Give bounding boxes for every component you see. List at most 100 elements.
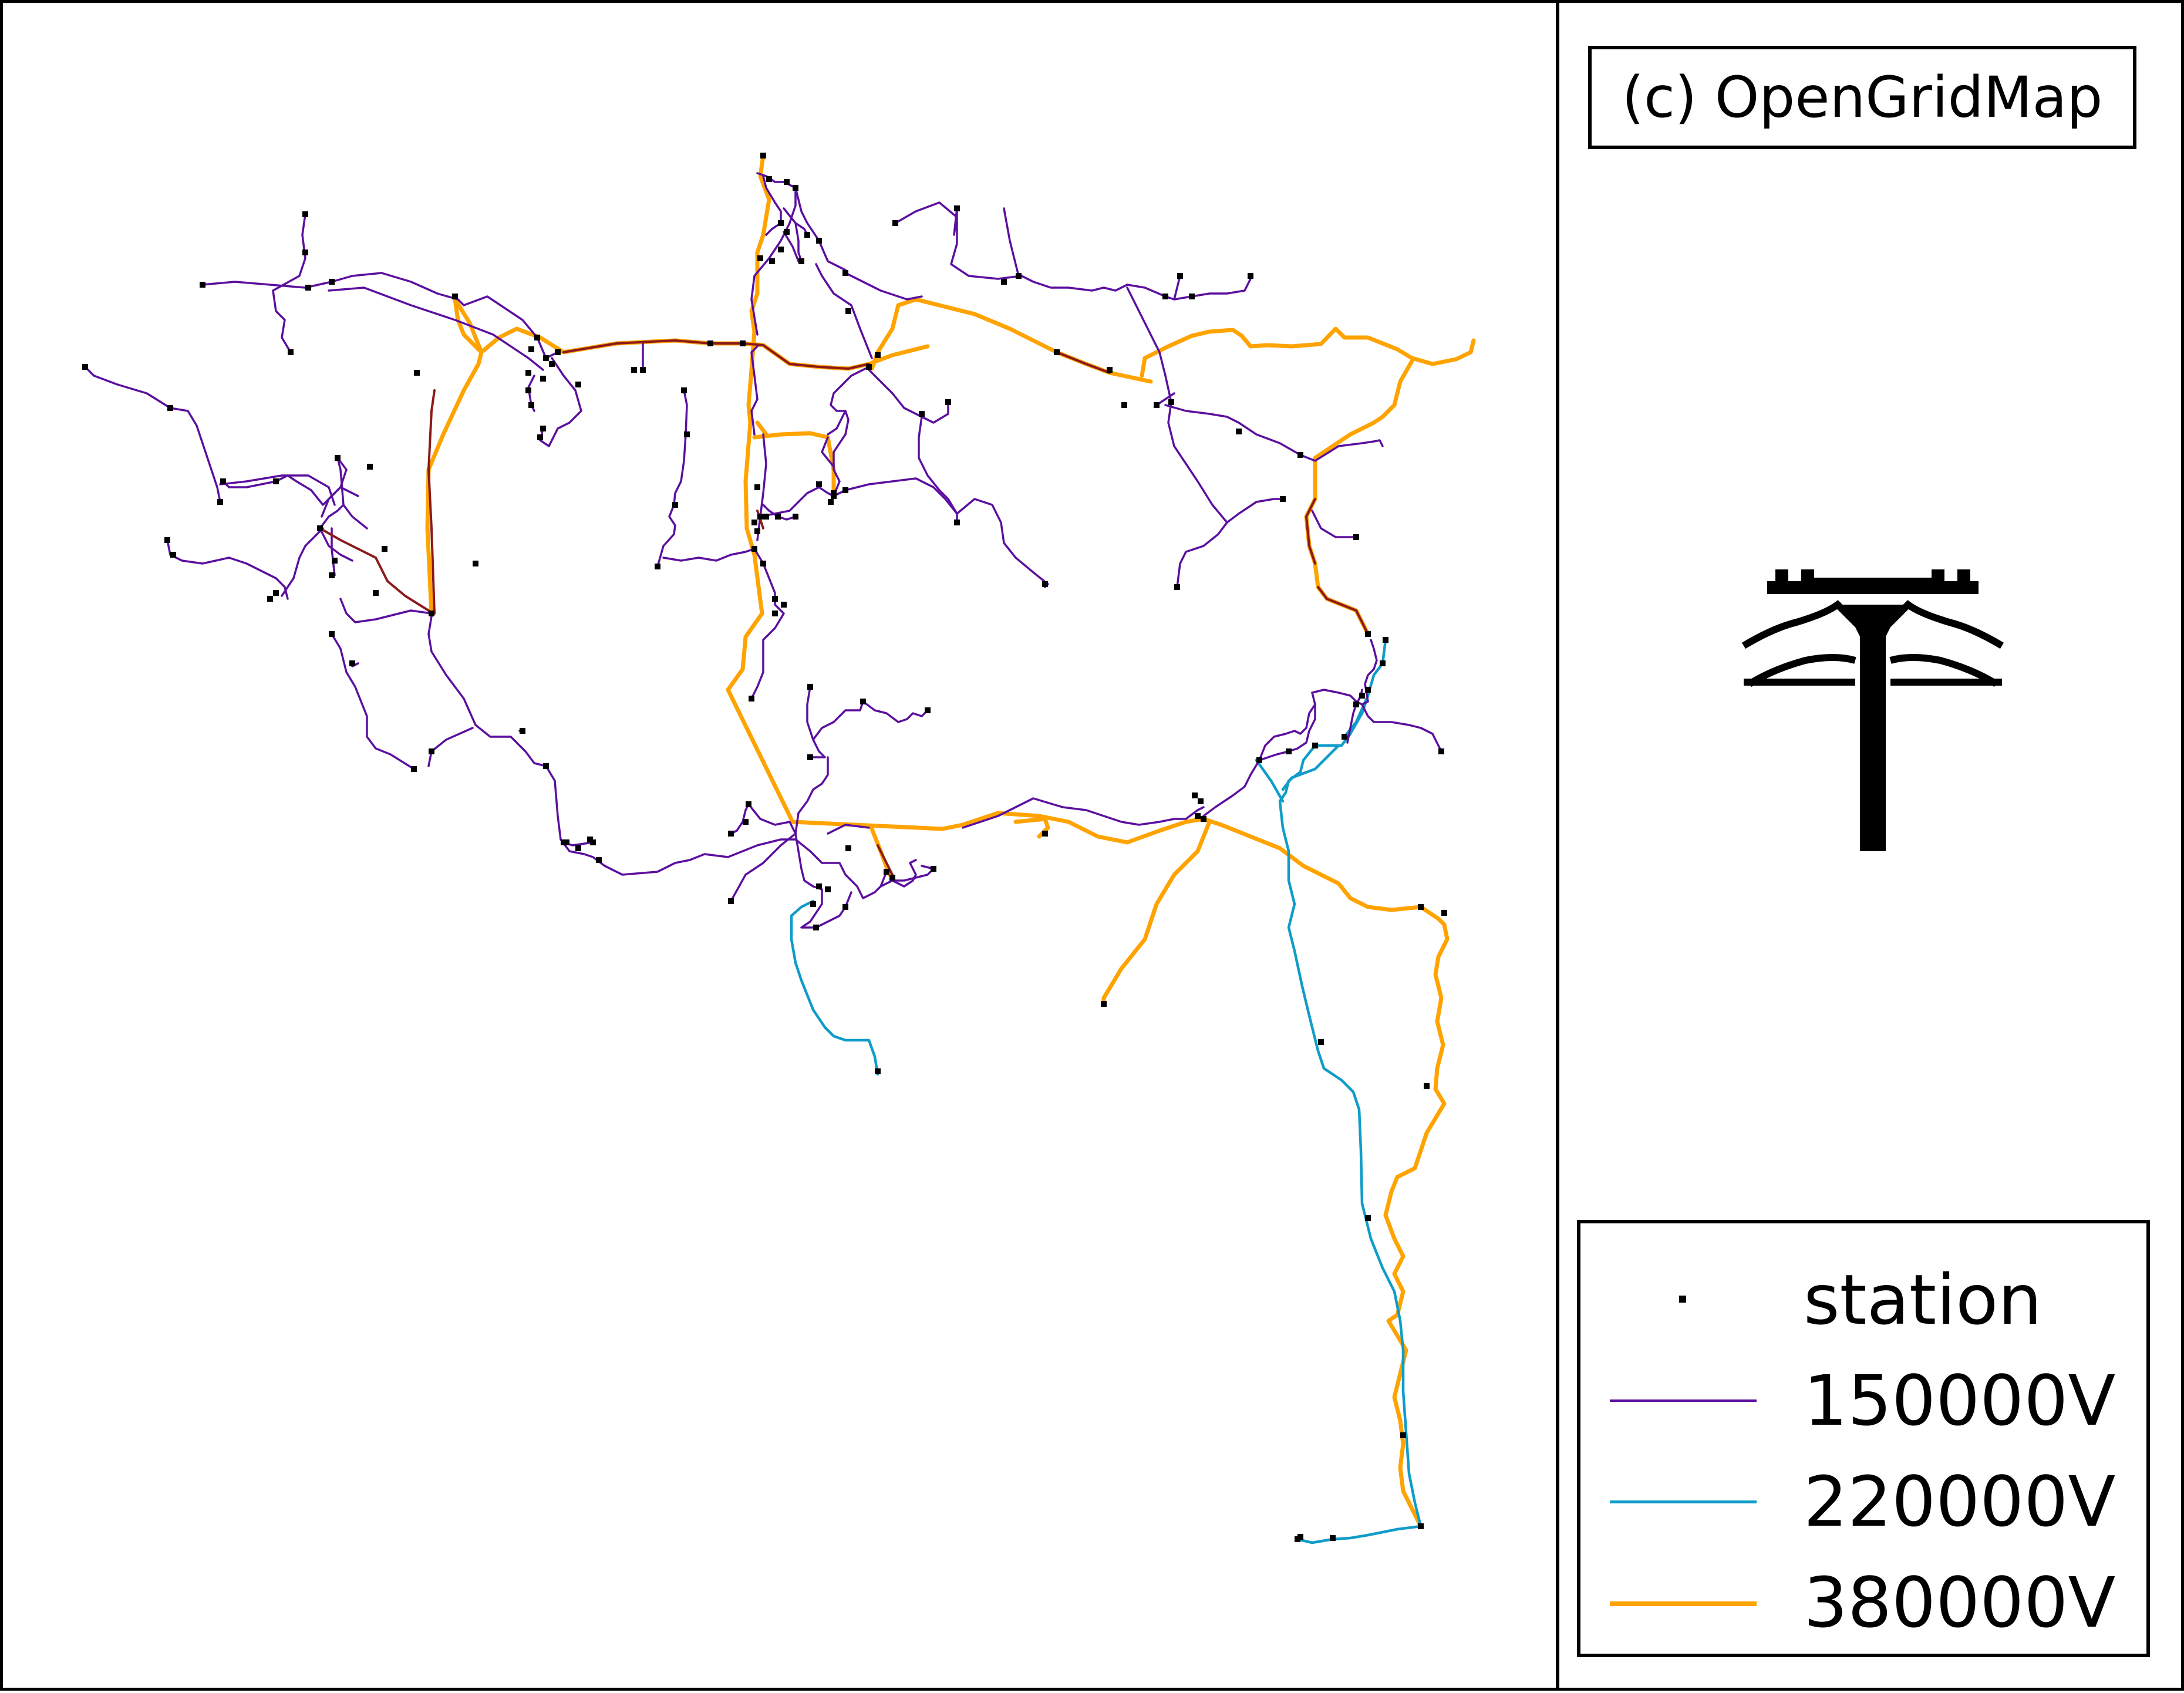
- station-marker: [845, 308, 851, 314]
- station-marker: [778, 247, 784, 252]
- station-marker: [954, 520, 960, 525]
- station-marker: [631, 367, 637, 373]
- station-marker: [1195, 813, 1201, 819]
- station-marker: [349, 660, 355, 666]
- station-marker: [382, 546, 387, 552]
- station-marker: [1162, 294, 1168, 299]
- station-marker: [954, 205, 960, 211]
- station-marker: [411, 766, 417, 772]
- station-marker: [220, 478, 226, 484]
- station-marker: [751, 546, 757, 552]
- station-marker: [892, 220, 898, 226]
- station-marker-icon: [1679, 1296, 1686, 1303]
- station-marker: [305, 285, 311, 291]
- station-marker: [1154, 402, 1160, 408]
- station-marker: [793, 514, 798, 520]
- grid-map[interactable]: [0, 0, 1559, 1691]
- station-marker: [1042, 831, 1048, 837]
- station-marker: [1418, 1523, 1424, 1529]
- station-marker: [429, 748, 434, 754]
- station-marker: [1353, 702, 1359, 707]
- station-marker: [925, 707, 931, 713]
- station-marker: [757, 255, 763, 261]
- station-marker: [1256, 757, 1262, 763]
- line-150kv: [1311, 510, 1357, 538]
- station-marker: [740, 340, 746, 346]
- legend-label-150kv: 150000V: [1804, 1360, 2116, 1441]
- line-380kv: [755, 420, 769, 437]
- station-marker: [167, 405, 173, 411]
- station-marker: [1312, 743, 1318, 748]
- station-marker: [1441, 910, 1447, 916]
- line-150kv: [1126, 286, 1172, 403]
- station-marker: [931, 866, 936, 872]
- station-marker: [429, 611, 434, 616]
- station-marker: [525, 387, 531, 393]
- station-marker: [332, 558, 338, 564]
- station-marker: [807, 754, 813, 760]
- legend-item-station: station: [1580, 1253, 2146, 1347]
- station-marker: [367, 464, 373, 470]
- station-marker: [754, 528, 760, 534]
- station-marker: [707, 340, 713, 346]
- station-marker: [267, 596, 273, 602]
- station-marker: [1107, 367, 1113, 373]
- station-marker: [884, 869, 889, 875]
- station-marker: [473, 561, 478, 566]
- station-marker: [525, 370, 531, 376]
- map-legend: station 150000V 220000V 380000V: [1577, 1220, 2150, 1657]
- line-overlap: [1056, 351, 1111, 374]
- line-150kv: [328, 286, 544, 371]
- station-marker: [775, 514, 781, 520]
- line-150kv: [827, 410, 847, 436]
- line-150kv: [1167, 401, 1284, 524]
- line-150kv: [844, 272, 923, 301]
- station-marker: [640, 367, 646, 373]
- station-marker: [1236, 429, 1242, 434]
- station-marker: [684, 431, 690, 437]
- station-marker: [329, 279, 335, 285]
- lines-220kv: [790, 638, 1423, 1544]
- station-marker: [804, 232, 810, 238]
- line-150kv: [868, 369, 949, 424]
- panel-divider: [1556, 0, 1559, 1691]
- station-marker: [1353, 534, 1359, 540]
- station-marker: [164, 537, 170, 543]
- station-marker: [945, 399, 951, 405]
- station-marker: [335, 455, 341, 461]
- line-150kv: [1003, 207, 1020, 277]
- station-marker: [875, 1068, 881, 1074]
- legend-item-220kv: 220000V: [1580, 1455, 2146, 1549]
- station-marker: [845, 845, 851, 851]
- line-overlap: [319, 527, 430, 612]
- station-marker: [681, 387, 687, 393]
- station-marker: [1201, 816, 1206, 822]
- line-150kv: [331, 633, 415, 770]
- grid-map-canvas: [82, 153, 1476, 1544]
- station-marker: [760, 153, 766, 158]
- station-marker: [1121, 402, 1127, 408]
- line-220kv-swatch: [1610, 1500, 1757, 1503]
- station-marker: [528, 346, 534, 352]
- line-150kv: [747, 803, 797, 835]
- station-marker: [1365, 631, 1371, 637]
- station-marker: [520, 728, 525, 734]
- station-marker: [1189, 294, 1195, 299]
- station-marker: [1101, 1001, 1107, 1007]
- station-marker: [1198, 798, 1204, 804]
- line-150kv: [427, 615, 797, 876]
- line-150kv: [812, 700, 929, 741]
- station-marker: [1174, 584, 1180, 590]
- line-150kv: [539, 357, 582, 447]
- line-380kv: [1383, 922, 1450, 1529]
- station-marker: [528, 402, 534, 408]
- station-marker: [170, 552, 176, 558]
- legend-label-220kv: 220000V: [1804, 1461, 2116, 1542]
- station-marker: [813, 925, 819, 930]
- copyright-notice: (c) OpenGridMap: [1588, 46, 2136, 149]
- station-marker: [763, 514, 769, 520]
- legend-item-150kv: 150000V: [1580, 1354, 2146, 1448]
- line-150kv: [1173, 275, 1181, 301]
- legend-key-150kv: [1610, 1354, 1757, 1448]
- station-marker: [373, 590, 379, 596]
